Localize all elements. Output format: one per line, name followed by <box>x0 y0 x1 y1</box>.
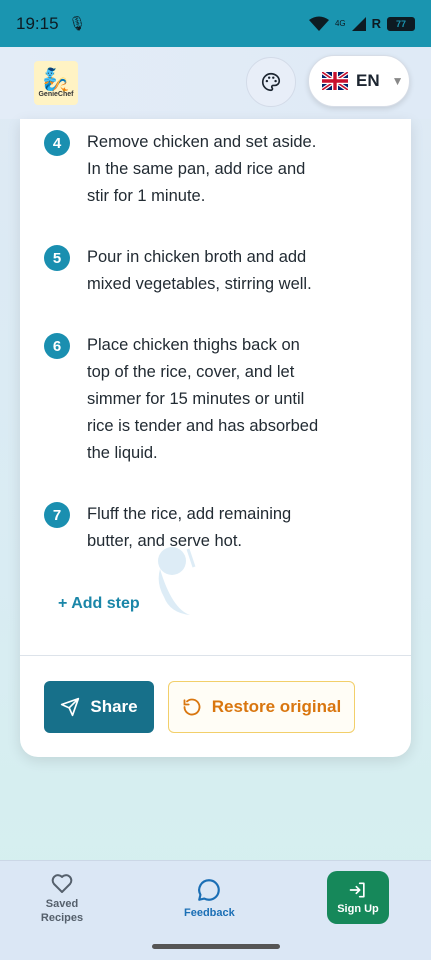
chevron-down-icon: ▼ <box>391 74 404 88</box>
language-selector[interactable]: EN ▼ <box>308 55 410 107</box>
signal-icon <box>351 16 366 31</box>
step-item[interactable]: 5 Pour in chicken broth and add mixed ve… <box>44 244 327 298</box>
mic-icon: 🎙 <box>68 15 87 31</box>
home-indicator[interactable] <box>152 944 280 949</box>
step-number-badge: 6 <box>44 333 70 359</box>
share-button[interactable]: Share <box>44 681 154 733</box>
roaming-label: R <box>371 16 381 31</box>
sign-up-button[interactable]: Sign Up <box>327 871 389 924</box>
status-icons: 4G R 77 <box>308 16 415 32</box>
nav-saved-label: Saved Recipes <box>40 898 84 924</box>
status-bar: 19:15 🎙 4G R 77 <box>0 0 431 47</box>
theme-palette-button[interactable] <box>246 57 296 107</box>
sign-up-label: Sign Up <box>337 903 379 915</box>
app-header: 🧞 GenieChef EN ▼ <box>0 47 431 119</box>
chat-bubble-icon <box>198 879 221 901</box>
uk-flag-icon <box>322 72 348 90</box>
step-number-badge: 7 <box>44 502 70 528</box>
nav-saved-recipes[interactable]: Saved Recipes <box>40 871 84 925</box>
nav-feedback[interactable]: Feedback <box>184 877 235 919</box>
logo-label: GenieChef <box>38 90 74 98</box>
restore-original-button[interactable]: Restore original <box>168 681 355 733</box>
restore-label: Restore original <box>211 697 342 716</box>
share-label: Share <box>90 697 138 716</box>
step-number-badge: 5 <box>44 245 70 271</box>
step-item[interactable]: 4 Remove chicken and set aside. In the s… <box>44 129 327 210</box>
palette-icon <box>262 72 281 92</box>
step-text[interactable]: Pour in chicken broth and add mixed vege… <box>87 244 327 298</box>
send-icon <box>61 697 80 717</box>
login-icon <box>349 882 365 898</box>
step-text[interactable]: Remove chicken and set aside. In the sam… <box>87 129 327 210</box>
heart-icon <box>51 874 73 893</box>
battery-icon: 77 <box>387 16 415 31</box>
genie-chef-logo[interactable]: 🧞 GenieChef <box>34 61 78 105</box>
genie-watermark-icon <box>158 547 196 615</box>
restore-icon <box>183 698 201 716</box>
step-text[interactable]: Place chicken thighs back on top of the … <box>87 332 327 467</box>
network-label: 4G <box>334 19 346 28</box>
chef-genie-icon: 🧞 <box>42 66 70 92</box>
language-code: EN <box>356 71 380 90</box>
status-time: 19:15 <box>16 13 59 33</box>
recipe-steps-card: 4 Remove chicken and set aside. In the s… <box>20 119 411 757</box>
divider <box>20 655 411 656</box>
step-text[interactable]: Fluff the rice, add remaining butter, an… <box>87 501 327 555</box>
nav-feedback-label: Feedback <box>184 907 235 919</box>
wifi-icon <box>308 16 329 31</box>
step-item[interactable]: 6 Place chicken thighs back on top of th… <box>44 332 327 467</box>
add-step-button[interactable]: + Add step <box>58 595 140 613</box>
step-number-badge: 4 <box>44 130 70 156</box>
